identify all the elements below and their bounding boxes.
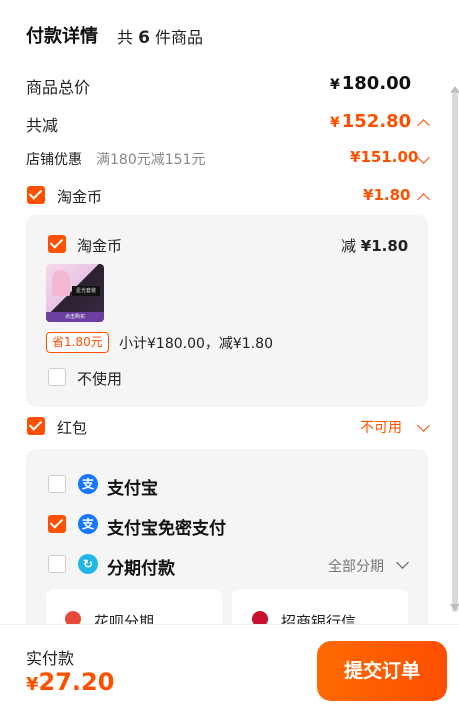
total-label: 商品总价 [26,78,91,97]
installment-label[interactable]: 分期付款 [107,554,175,579]
total-price: ¥180.00 [330,73,411,94]
scroll-down-arrow-icon[interactable] [450,604,459,611]
alipay-checkbox[interactable] [48,475,66,493]
total-yen: ¥ [330,77,340,93]
store-value: 151.00 [360,148,419,166]
coin-value: 1.80 [373,186,411,204]
count-number: 6 [138,28,150,48]
discount-collapse-icon[interactable] [417,119,430,132]
alipay-nopwd-checkbox[interactable] [48,515,66,533]
store-expand-icon[interactable] [417,151,430,164]
alipay-label[interactable]: 支付宝 [107,474,158,499]
coin-label: 淘金币 [57,188,103,206]
installment-checkbox[interactable] [48,555,66,573]
item-count: 共 6 件商品 [117,24,203,48]
alipay-nopwd-label[interactable]: 支付宝免密支付 [107,514,226,539]
coin-subtotal: 小计¥180.00，减¥1.80 [119,336,273,352]
coin-item-label: 淘金币 [77,237,123,255]
savings-badge: 省1.80元 [46,332,109,353]
product-tag: 星光套装 [72,286,100,296]
coin-yen: ¥ [363,186,374,204]
store-discount-price: ¥151.00 [350,148,418,166]
alipay-icon: 支 [78,474,98,494]
coin-reduce-value: ¥1.80 [360,237,409,255]
count-suffix: 件商品 [155,28,204,47]
coin-collapse-icon[interactable] [417,193,430,206]
paid-label: 实付款 [26,649,75,668]
scrollbar[interactable] [452,92,458,612]
store-discount-label: 店铺优惠 [26,152,82,168]
page-title: 付款详情 [26,26,98,47]
product-thumbnail[interactable]: 星光套装 点击购买 [46,264,104,322]
total-value: 180.00 [341,73,412,94]
product-figure [52,270,70,296]
redpacket-label: 红包 [57,419,88,437]
alipay-nopwd-icon: 支 [78,514,98,534]
product-caption: 点击购买 [46,312,104,322]
coin-item-checkbox[interactable] [48,235,66,253]
count-prefix: 共 [117,28,134,47]
paid-value: 27.20 [38,668,115,696]
discount-price: ¥152.80 [330,111,411,132]
redpacket-expand-icon[interactable] [417,419,430,432]
installment-icon: ↻ [78,554,98,574]
coin-checkbox[interactable] [27,186,45,204]
paid-yen: ¥ [26,674,39,695]
discount-label: 共减 [26,116,59,135]
discount-yen: ¥ [330,115,340,131]
paid-price: ¥27.20 [26,668,114,696]
coin-price: ¥1.80 [363,186,410,204]
redpacket-checkbox[interactable] [27,417,45,435]
no-use-label: 不使用 [77,370,123,388]
coin-reduce-prefix: 减 [341,237,357,255]
submit-order-button[interactable]: 提交订单 [317,641,447,701]
no-use-checkbox[interactable] [48,368,66,386]
store-discount-desc: 满180元减151元 [96,152,206,168]
coin-reduce: 减 ¥1.80 [341,235,408,256]
store-yen: ¥ [350,148,361,166]
discount-value: 152.80 [341,111,412,132]
redpacket-status: 不可用 [360,420,402,436]
installment-option[interactable]: 全部分期 [328,556,384,576]
